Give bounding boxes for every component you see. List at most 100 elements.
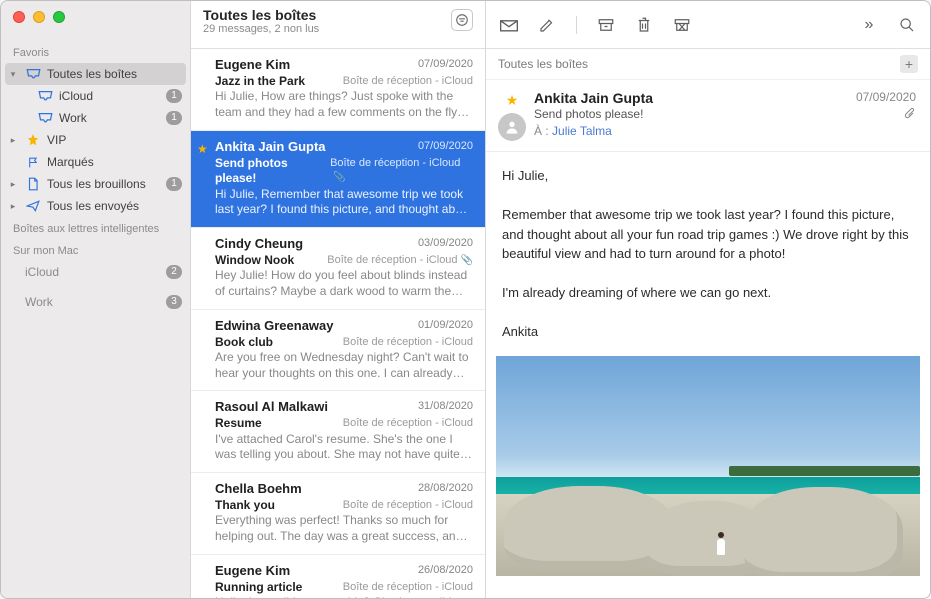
close-window-button[interactable]: [13, 11, 25, 23]
date: 01/09/2020: [418, 318, 473, 335]
message-list[interactable]: Eugene Kim 07/09/2020 Jazz in the Park Boît…: [191, 49, 485, 598]
sidebar-account-work[interactable]: Work 3: [1, 291, 190, 313]
message-list-item[interactable]: Cindy Cheung 03/09/2020 Window Nook Boîte d…: [191, 228, 485, 310]
mailbox-label: Boîte de réception - iCloud: [343, 416, 473, 432]
message-attachment-image[interactable]: [496, 356, 920, 576]
date: 26/08/2020: [418, 563, 473, 580]
message-list-header: Toutes les boîtes 29 messages, 2 non lus: [191, 1, 485, 49]
message-reader-pane: » Toutes les boîtes + ★ Ankita Jain Gupt…: [486, 1, 930, 598]
message-list-item[interactable]: Eugene Kim 26/08/2020 Running article Boîte…: [191, 555, 485, 598]
junk-button[interactable]: [671, 15, 693, 35]
sidebar-label: Marqués: [47, 155, 182, 169]
preview: I've attached Carol's resume. She's the …: [215, 432, 473, 463]
star-icon: [25, 133, 41, 147]
message-subject: Send photos please!: [534, 107, 846, 121]
sidebar-label: iCloud: [59, 89, 160, 103]
sender: Eugene Kim: [215, 57, 290, 74]
mailbox-label: Boîte de réception - iCloud: [343, 74, 473, 90]
sidebar-label: Work: [25, 295, 160, 309]
unread-badge: 1: [166, 111, 182, 125]
count-badge: 3: [166, 295, 182, 309]
sidebar-section-favorites: Favoris: [1, 41, 190, 63]
sender: Eugene Kim: [215, 563, 290, 580]
subject: Send photos please!: [215, 156, 330, 187]
mailbox-label: Boîte de réception - iCloud: [343, 335, 473, 351]
sender-name[interactable]: Ankita Jain Gupta: [534, 90, 846, 106]
subject: Thank you: [215, 498, 275, 514]
sidebar-item-vip[interactable]: ▸ VIP: [1, 129, 190, 151]
sidebar-label: Tous les brouillons: [47, 177, 160, 191]
sidebar-item-work-inbox[interactable]: Work 1: [1, 107, 190, 129]
chevron-down-icon[interactable]: ▾: [7, 69, 19, 80]
zoom-window-button[interactable]: [53, 11, 65, 23]
sidebar-item-all-inboxes[interactable]: ▾ Toutes les boîtes: [5, 63, 186, 85]
sidebar-item-sent[interactable]: ▸ Tous les envoyés: [1, 195, 190, 217]
mail-window: Favoris ▾ Toutes les boîtes iCloud 1 Wor…: [0, 0, 931, 599]
window-controls: [13, 11, 65, 23]
recipient-line: À : Julie Talma: [534, 124, 846, 138]
message-list-item[interactable]: Rasoul Al Malkawi31/08/2020ResumeBoîte d…: [191, 391, 485, 473]
sender: Rasoul Al Malkawi: [215, 399, 328, 416]
subject: Resume: [215, 416, 262, 432]
paperplane-icon: [25, 200, 41, 212]
compose-button[interactable]: [536, 15, 558, 35]
preview: Everything was perfect! Thanks so much f…: [215, 513, 473, 544]
message-list-pane: Toutes les boîtes 29 messages, 2 non lus…: [191, 1, 486, 598]
inbox-tray-icon: [25, 68, 41, 80]
sidebar-item-flagged[interactable]: Marqués: [1, 151, 190, 173]
subject: Book club: [215, 335, 273, 351]
message-header: ★ Ankita Jain Gupta Send photos please! …: [486, 80, 930, 152]
mailbox-title: Toutes les boîtes: [203, 7, 319, 23]
delete-button[interactable]: [633, 15, 655, 35]
inbox-tray-icon: [37, 112, 53, 124]
reply-button[interactable]: [498, 15, 520, 35]
mailbox-label: Boîte de réception - iCloud: [343, 580, 473, 596]
message-list-item[interactable]: ★Ankita Jain Gupta07/09/2020Send photos …: [191, 131, 485, 228]
preview: Hi Julie, How are things? Just spoke wit…: [215, 89, 473, 120]
sender: Cindy Cheung: [215, 236, 303, 253]
chevron-right-icon[interactable]: ▸: [7, 179, 19, 190]
sidebar-item-drafts[interactable]: ▸ Tous les brouillons 1: [1, 173, 190, 195]
inbox-tray-icon: [37, 90, 53, 102]
sidebar-label: Toutes les boîtes: [47, 67, 178, 81]
sidebar-section-smart: Boîtes aux lettres intelligentes: [1, 217, 190, 239]
message-list-item[interactable]: Eugene Kim07/09/2020Jazz in the ParkBoît…: [191, 49, 485, 131]
mailbox-label: Boîte de réception - iCloud📎: [330, 156, 473, 187]
count-badge: 2: [166, 265, 182, 279]
subject: Window Nook: [215, 253, 294, 269]
preview: Hello there, did you see this? Chad was …: [215, 595, 473, 598]
flag-icon: [25, 156, 41, 169]
date: 03/09/2020: [418, 236, 473, 253]
mailbox-label: Boîte de réception - iCloud📎: [327, 253, 473, 269]
sender: Chella Boehm: [215, 481, 302, 498]
attachment-icon: 📎: [461, 255, 473, 266]
vip-star-icon[interactable]: ★: [506, 92, 519, 109]
sidebar-account-icloud[interactable]: iCloud 2: [1, 261, 190, 283]
chevron-right-icon[interactable]: ▸: [7, 135, 19, 146]
to-label: À :: [534, 124, 549, 138]
document-icon: [25, 177, 41, 191]
archive-button[interactable]: [595, 15, 617, 35]
sender-avatar[interactable]: [498, 113, 526, 141]
recipient-name[interactable]: Julie Talma: [552, 124, 612, 138]
chevron-right-icon[interactable]: ▸: [7, 201, 19, 212]
reader-toolbar: »: [486, 1, 930, 49]
attachment-icon[interactable]: [859, 107, 916, 124]
message-list-item[interactable]: Chella Boehm28/08/2020Thank youBoîte de …: [191, 473, 485, 555]
add-related-button[interactable]: +: [900, 55, 918, 73]
sidebar-item-icloud-inbox[interactable]: iCloud 1: [1, 85, 190, 107]
more-toolbar-button[interactable]: »: [858, 15, 880, 35]
minimize-window-button[interactable]: [33, 11, 45, 23]
subject: Running article: [215, 580, 302, 596]
sidebar-label: VIP: [47, 133, 182, 147]
date: 07/09/2020: [418, 139, 473, 156]
message-body: Hi Julie, Remember that awesome trip we …: [486, 152, 930, 356]
vip-star-icon: ★: [197, 142, 208, 158]
reader-breadcrumb-bar: Toutes les boîtes +: [486, 49, 930, 80]
preview: Are you free on Wednesday night? Can't w…: [215, 350, 473, 381]
subject: Jazz in the Park: [215, 74, 305, 90]
sidebar-section-onmac: Sur mon Mac: [1, 239, 190, 261]
search-button[interactable]: [896, 15, 918, 35]
message-list-item[interactable]: Edwina Greenaway01/09/2020Book clubBoîte…: [191, 310, 485, 392]
filter-button[interactable]: [451, 9, 473, 31]
